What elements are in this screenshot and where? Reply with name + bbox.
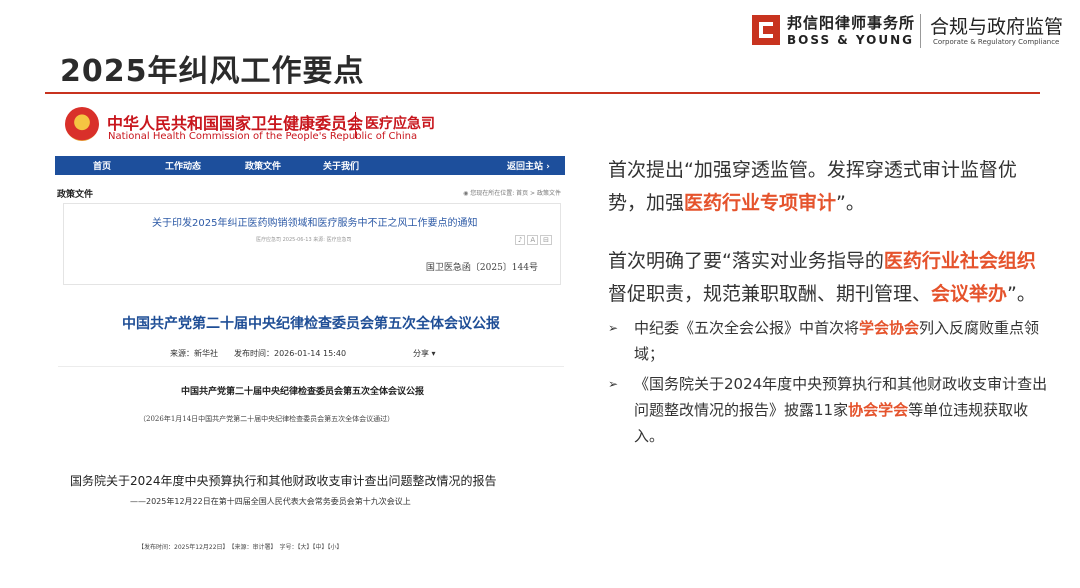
nhc-tool-icons: ♪ A ⊟	[513, 235, 552, 245]
ccdi-share-button[interactable]: 分享 ▾	[413, 348, 436, 359]
state-council-meta: 【发布时间：2025年12月22日】 【来源：审计署】 字号：【大】【中】【小】	[138, 544, 343, 551]
audio-icon[interactable]: ♪	[514, 235, 526, 245]
firm-logo: 邦信阳律师事务所 BOSS & YOUNG 合规与政府监管 Corporate …	[752, 12, 1064, 52]
ccdi-title: 中国共产党第二十届中央纪律检查委员会第五次全体会议公报	[122, 316, 500, 332]
logo-divider	[920, 14, 921, 48]
firm-name-en: BOSS & YOUNG	[787, 33, 915, 47]
highlight-run: 医药行业社会组织	[883, 250, 1036, 272]
arrow-bullet-icon: ➢	[608, 321, 619, 335]
point-industry-organizations: 首次明确了要“落实对业务指导的医药行业社会组织督促职责，规范兼职取酬、期刊管理、…	[608, 245, 1048, 311]
text-run: ”。	[1007, 283, 1036, 305]
text-run: 督促职责，规范兼职取酬、期刊管理、	[608, 283, 932, 305]
highlight-run: 会议举办	[931, 283, 1008, 305]
font-size-icon[interactable]: A	[527, 235, 539, 245]
point-penetration-audit: 首次提出“加强穿透监管。发挥穿透式审计监督优势，加强医药行业专项审计”。	[608, 154, 1048, 220]
bullet-list: ➢ 中纪委《五次全会公报》中首次将学会协会列入反腐败重点领域； ➢ 《国务院关于…	[608, 315, 1048, 449]
nhc-notice-meta: 医疗应急司 2025-06-13 来源: 医疗应急司	[256, 237, 352, 243]
nhc-notice-title[interactable]: 关于印发2025年纠正医药购销领域和医疗服务中不正之风工作要点的通知	[152, 214, 477, 229]
arrow-bullet-icon: ➢	[608, 377, 619, 391]
nav-about[interactable]: 关于我们	[323, 159, 359, 172]
nav-return[interactable]: 返回主站 ›	[507, 159, 550, 172]
nav-policy[interactable]: 政策文件	[245, 159, 281, 172]
nav-work-news[interactable]: 工作动态	[165, 159, 201, 172]
state-council-title: 国务院关于2024年度中央预算执行和其他财政收支审计查出问题整改情况的报告	[70, 474, 497, 488]
ccdi-note: （2026年1月14日中国共产党第二十届中央纪律检查委员会第五次全体会议通过）	[139, 415, 395, 423]
practice-name-en: Corporate & Regulatory Compliance	[933, 38, 1060, 46]
key-points-panel: 首次提出“加强穿透监管。发挥穿透式审计监督优势，加强医药行业专项审计”。 首次明…	[608, 154, 1048, 449]
practice-name-cn: 合规与政府监管	[930, 16, 1064, 38]
nhc-separator	[355, 112, 356, 138]
bullet-item: ➢ 《国务院关于2024年度中央预算执行和其他财政收支审计查出问题整改情况的报告…	[608, 371, 1048, 449]
bullet-item: ➢ 中纪委《五次全会公报》中首次将学会协会列入反腐败重点领域；	[608, 315, 1048, 367]
highlight-run: 医药行业专项审计	[684, 192, 837, 214]
ccdi-meta: 来源：新华社 发布时间：2026-01-14 15:40	[170, 349, 347, 358]
nhc-screenshot: 中华人民共和国国家卫生健康委员会 National Health Commiss…	[55, 104, 565, 286]
national-emblem-icon	[65, 107, 99, 141]
nhc-doc-number: 国卫医急函〔2025〕144号	[425, 263, 538, 273]
firm-name-cn: 邦信阳律师事务所	[787, 14, 916, 32]
nhc-nav-bar: 首页 工作动态 政策文件 关于我们 返回主站 ›	[55, 156, 565, 175]
highlight-run: 学会协会	[859, 319, 920, 337]
text-run: ”。	[836, 192, 865, 214]
text-run: 中纪委《五次全会公报》中首次将	[634, 319, 860, 337]
print-icon[interactable]: ⊟	[540, 235, 552, 245]
nhc-location: ◉ 您现在所在位置: 首页 > 政策文件	[463, 190, 561, 197]
title-underline	[45, 92, 1040, 94]
highlight-run: 协会学会	[848, 401, 909, 419]
ccdi-subtitle: 中国共产党第二十届中央纪律检查委员会第五次全体会议公报	[181, 387, 425, 397]
nhc-section-label: 政策文件	[57, 190, 94, 200]
ccdi-divider	[58, 366, 564, 367]
nhc-department: 医疗应急司	[365, 116, 435, 132]
page-title: 2025年纠风工作要点	[60, 54, 365, 89]
state-council-subtitle: ——2025年12月22日在第十四届全国人民代表大会常务委员会第十九次会议上	[130, 497, 411, 506]
nhc-notice-card: 关于印发2025年纠正医药购销领域和医疗服务中不正之风工作要点的通知 医疗应急司…	[63, 203, 561, 285]
text-run: 首次明确了要“落实对业务指导的	[608, 250, 884, 272]
nav-home[interactable]: 首页	[93, 159, 111, 172]
firm-logo-icon	[752, 15, 780, 45]
